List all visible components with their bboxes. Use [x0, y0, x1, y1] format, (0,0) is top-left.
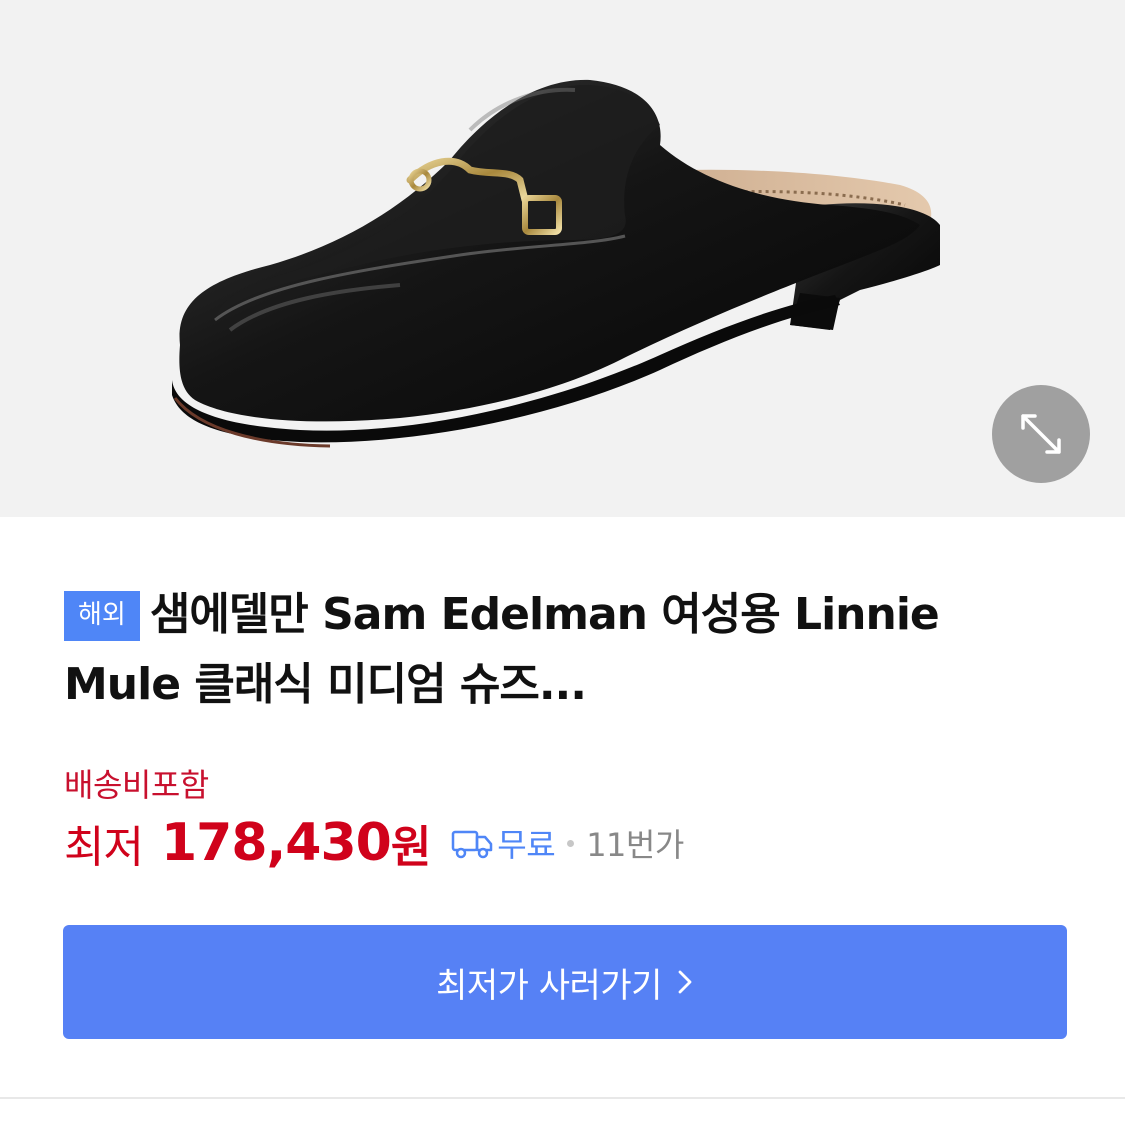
price-row: 최저 178,430 원 무료 11번가: [64, 808, 684, 878]
truck-icon: [452, 830, 493, 859]
chevron-right-icon: [678, 970, 692, 994]
section-divider: [0, 1097, 1125, 1099]
product-title[interactable]: 샘에델만 Sam Edelman 여성용 Linnie Mule 클래식 미디엄…: [64, 589, 940, 710]
product-title-block: 해외 샘에델만 Sam Edelman 여성용 Linnie Mule 클래식 미…: [64, 580, 1064, 720]
seller-name: 11번가: [586, 826, 684, 864]
delivery-fee: 무료: [497, 826, 556, 864]
shipping-included-note: 배송비포함: [64, 766, 209, 804]
buy-lowest-price-button[interactable]: 최저가 사러가기: [63, 925, 1067, 1039]
product-image-area: [0, 0, 1125, 517]
buy-button-label: 최저가 사러가기: [436, 965, 662, 1006]
zoom-button[interactable]: [992, 385, 1090, 483]
product-image: [172, 79, 940, 448]
overseas-badge: 해외: [64, 591, 140, 641]
price-prefix: 최저: [64, 822, 144, 873]
price-value: 178,430: [160, 813, 392, 873]
separator-dot: [567, 839, 575, 847]
expand-arrows-icon: [1021, 414, 1061, 454]
product-info: 해외 샘에델만 Sam Edelman 여성용 Linnie Mule 클래식 미…: [64, 580, 1064, 720]
price-unit: 원: [390, 822, 432, 873]
